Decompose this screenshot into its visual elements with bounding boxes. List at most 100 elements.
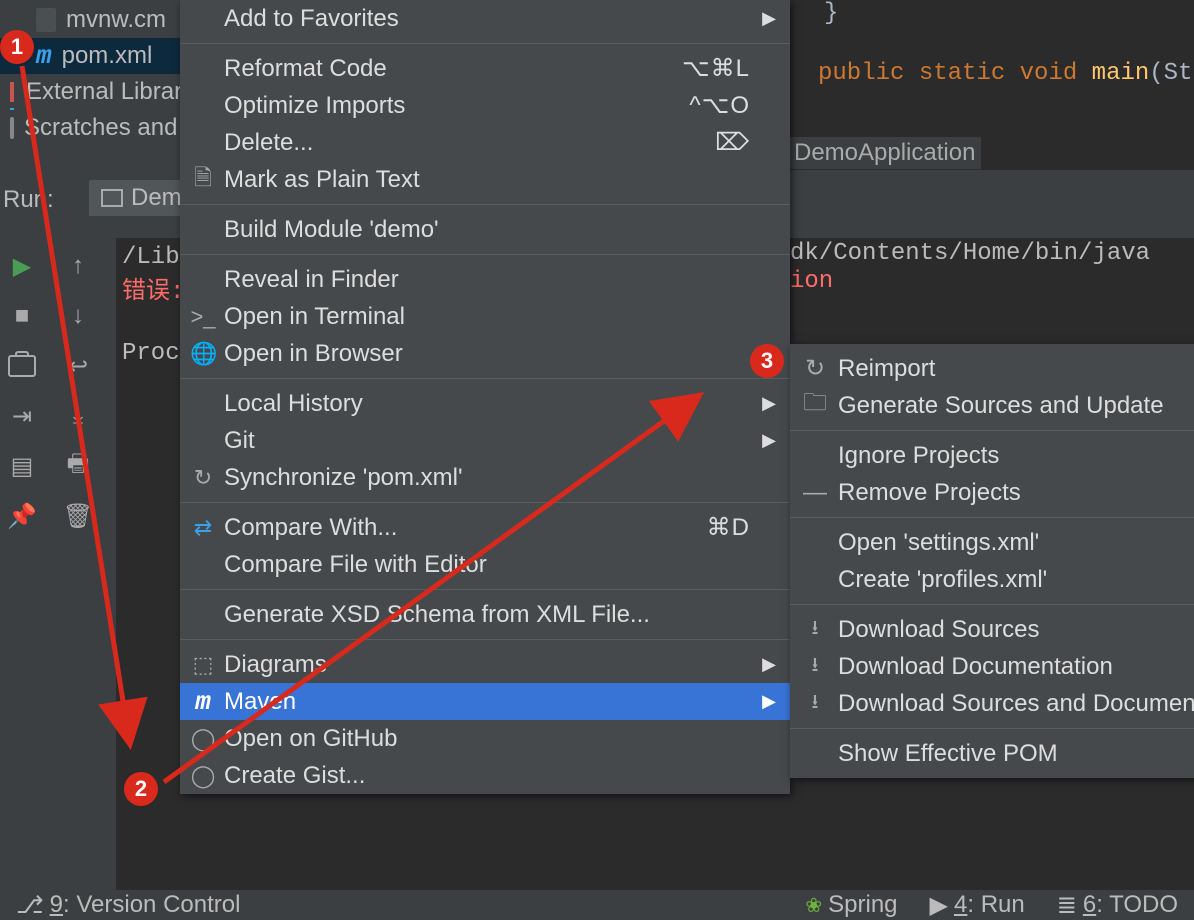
menu-create-gist[interactable]: ◯ Create Gist...	[180, 757, 790, 794]
rerun-button[interactable]: ▶	[6, 250, 38, 282]
submenu-arrow-icon: ▶	[762, 8, 776, 29]
file-icon	[36, 8, 56, 32]
run-panel-label: Run:	[3, 186, 54, 214]
tree-label: mvnw.cm	[66, 6, 166, 34]
statusbar-spring[interactable]: ❀ Spring	[789, 891, 913, 919]
diagram-icon: ⬚	[190, 652, 216, 678]
stop-button[interactable]: ■	[6, 300, 38, 332]
submenu-arrow-icon: ▶	[762, 430, 776, 451]
menu-separator	[180, 254, 790, 255]
tree-label: Scratches and Consoles	[24, 114, 180, 142]
refresh-icon: ↻	[802, 354, 828, 383]
console-error-suffix: ion	[790, 268, 833, 295]
libraries-icon	[10, 82, 16, 102]
menu-add-favorites[interactable]: Add to Favorites ▶	[180, 0, 790, 37]
submenu-reimport[interactable]: ↻ Reimport	[790, 350, 1194, 387]
scratches-icon	[10, 117, 14, 139]
menu-generate-xsd[interactable]: Generate XSD Schema from XML File...	[180, 596, 790, 633]
statusbar-todo[interactable]: ≣ 6: TODO	[1041, 891, 1194, 920]
submenu-remove-projects[interactable]: — Remove Projects	[790, 474, 1194, 511]
menu-separator	[180, 639, 790, 640]
print-button[interactable]: 🖶	[62, 450, 94, 482]
annotation-1: 1	[0, 30, 34, 64]
menu-synchronize[interactable]: ↻ Synchronize 'pom.xml'	[180, 459, 790, 496]
menu-git[interactable]: Git ▶	[180, 422, 790, 459]
shortcut: ^⌥O	[689, 91, 750, 120]
run-config-icon	[101, 189, 123, 207]
soft-wrap-button[interactable]: ↩	[62, 350, 94, 382]
menu-open-github[interactable]: ◯ Open on GitHub	[180, 720, 790, 757]
menu-diagrams[interactable]: ⬚ Diagrams ▶	[180, 646, 790, 683]
menu-mark-plain-text[interactable]: 🗎 Mark as Plain Text	[180, 161, 790, 198]
submenu-open-settings[interactable]: Open 'settings.xml'	[790, 524, 1194, 561]
folder-refresh-icon: 🗀	[802, 385, 828, 426]
annotation-2: 2	[124, 772, 158, 806]
run-toolbar-right: ↑ ↓ ↩ ⤓ 🖶 🗑	[56, 240, 100, 550]
submenu-generate-sources[interactable]: 🗀 Generate Sources and Update	[790, 387, 1194, 424]
menu-compare-editor[interactable]: Compare File with Editor	[180, 546, 790, 583]
up-button[interactable]: ↑	[62, 250, 94, 282]
menu-separator	[180, 378, 790, 379]
submenu-download-sources[interactable]: ⭳ Download Sources	[790, 611, 1194, 648]
menu-separator	[180, 204, 790, 205]
menu-local-history[interactable]: Local History ▶	[180, 385, 790, 422]
menu-delete[interactable]: Delete... ⌦	[180, 124, 790, 161]
tree-label: pom.xml	[62, 42, 153, 70]
clear-button[interactable]: 🗑	[62, 500, 94, 532]
maven-file-icon: m	[36, 41, 52, 71]
menu-separator	[790, 728, 1194, 729]
minus-icon: —	[802, 479, 828, 507]
statusbar-run[interactable]: ▶ 4: Run	[914, 891, 1041, 920]
menu-maven[interactable]: m Maven ▶	[180, 683, 790, 720]
download-icon: ⭳	[802, 613, 828, 647]
context-menu: Add to Favorites ▶ Reformat Code ⌥⌘L Opt…	[180, 0, 790, 794]
screenshot-button[interactable]	[6, 350, 38, 382]
terminal-icon: >_	[190, 304, 216, 330]
layout-button[interactable]: ▤	[6, 450, 38, 482]
download-icon: ⭳	[802, 650, 828, 684]
submenu-download-docs[interactable]: ⭳ Download Documentation	[790, 648, 1194, 685]
submenu-show-pom[interactable]: Show Effective POM	[790, 735, 1194, 772]
editor-breadcrumb[interactable]: DemoApplication	[788, 137, 981, 169]
down-button[interactable]: ↓	[62, 300, 94, 332]
annotation-3: 3	[750, 344, 784, 378]
submenu-arrow-icon: ▶	[762, 691, 776, 712]
menu-separator	[790, 430, 1194, 431]
tree-item-scratches[interactable]: Scratches and Consoles	[0, 110, 180, 146]
pin-button[interactable]: 📌	[6, 500, 38, 532]
menu-optimize-imports[interactable]: Optimize Imports ^⌥O	[180, 87, 790, 124]
console-error: 错误:	[122, 279, 184, 306]
github-icon: ◯	[190, 726, 216, 752]
shortcut: ⌦	[715, 128, 750, 157]
scroll-end-button[interactable]: ⤓	[62, 400, 94, 432]
exit-button[interactable]: ⇥	[6, 400, 38, 432]
globe-icon: 🌐	[190, 341, 216, 367]
shortcut: ⌥⌘L	[682, 54, 750, 83]
run-toolbar-left: ▶ ■ ⇥ ▤ 📌	[0, 240, 44, 550]
list-icon: ≣	[1057, 891, 1077, 920]
download-icon: ⭳	[802, 687, 828, 721]
play-icon: ▶	[930, 891, 948, 920]
brace: }	[824, 0, 838, 27]
maven-submenu: ↻ Reimport 🗀 Generate Sources and Update…	[790, 344, 1194, 778]
menu-open-terminal[interactable]: >_ Open in Terminal	[180, 298, 790, 335]
status-bar: ⎇ 9: Version Control ❀ Spring ▶ 4: Run ≣…	[0, 890, 1194, 920]
tree-item-external-libraries[interactable]: External Libraries	[0, 74, 180, 110]
menu-compare-with[interactable]: ⇄ Compare With... ⌘D	[180, 509, 790, 546]
statusbar-version-control[interactable]: ⎇ 9: Version Control	[0, 891, 256, 920]
tree-label: External Libraries	[26, 78, 180, 106]
text-icon: 🗎	[190, 161, 216, 199]
menu-separator	[180, 589, 790, 590]
menu-separator	[790, 517, 1194, 518]
submenu-arrow-icon: ▶	[762, 654, 776, 675]
submenu-create-profiles[interactable]: Create 'profiles.xml'	[790, 561, 1194, 598]
submenu-download-both[interactable]: ⭳ Download Sources and Documentation	[790, 685, 1194, 722]
diff-icon: ⇄	[190, 515, 216, 541]
menu-open-browser[interactable]: 🌐 Open in Browser ▶	[180, 335, 790, 372]
menu-reformat[interactable]: Reformat Code ⌥⌘L	[180, 50, 790, 87]
menu-reveal-finder[interactable]: Reveal in Finder	[180, 261, 790, 298]
menu-separator	[180, 43, 790, 44]
menu-build-module[interactable]: Build Module 'demo'	[180, 211, 790, 248]
submenu-arrow-icon: ▶	[762, 393, 776, 414]
submenu-ignore-projects[interactable]: Ignore Projects	[790, 437, 1194, 474]
